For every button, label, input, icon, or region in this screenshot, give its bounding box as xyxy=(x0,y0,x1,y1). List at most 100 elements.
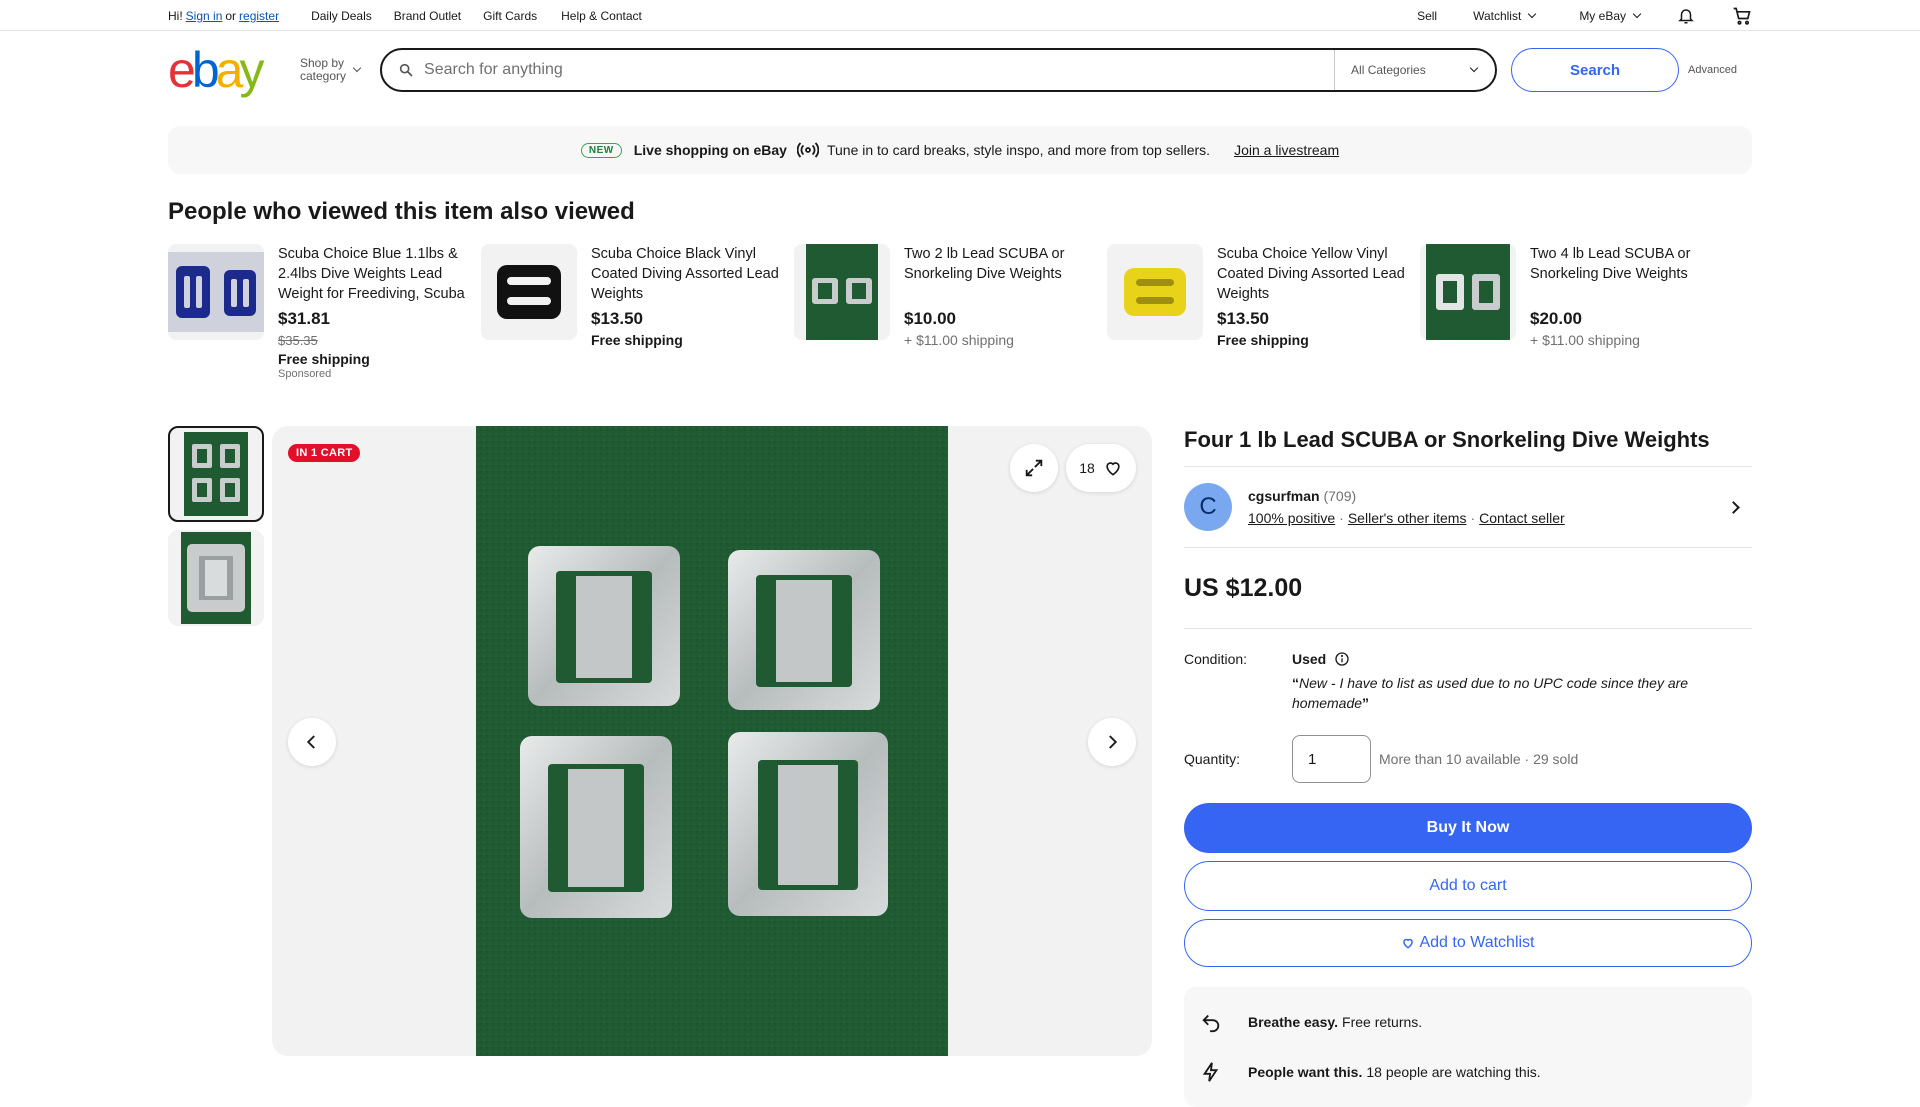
advanced-search-link[interactable]: Advanced xyxy=(1688,64,1737,76)
divider xyxy=(1184,628,1752,629)
banner-text: Tune in to card breaks, style inspo, and… xyxy=(826,142,1211,158)
category-label: category xyxy=(300,69,347,83)
contact-seller-link[interactable]: Contact seller xyxy=(1479,510,1565,526)
daily-deals-link[interactable]: Daily Deals xyxy=(311,9,372,23)
notification-bell-icon[interactable] xyxy=(1676,6,1696,26)
item-title[interactable]: Scuba Choice Black Vinyl Coated Diving A… xyxy=(591,244,787,304)
item-shipping: Free shipping xyxy=(1217,332,1309,348)
category-select[interactable]: All Categories xyxy=(1334,50,1495,90)
product-price: US $12.00 xyxy=(1184,573,1303,602)
item-title[interactable]: Scuba Choice Yellow Vinyl Coated Diving … xyxy=(1217,244,1413,304)
chevron-right-icon xyxy=(1727,500,1740,514)
condition-label: Condition: xyxy=(1184,651,1248,667)
join-livestream-link[interactable]: Join a livestream xyxy=(1234,142,1339,158)
logo-letter-y: y xyxy=(239,42,264,98)
chevron-right-icon xyxy=(1109,735,1118,749)
live-broadcast-icon xyxy=(796,142,819,158)
heart-icon xyxy=(1106,462,1120,476)
item-shipping: Free shipping xyxy=(591,332,683,348)
greeting: Hi! xyxy=(168,8,183,23)
item-title[interactable]: Two 2 lb Lead SCUBA or Snorkeling Dive W… xyxy=(904,244,1100,304)
buy-it-now-button[interactable]: Buy It Now xyxy=(1184,803,1752,853)
sponsored-label: Sponsored xyxy=(278,368,332,380)
my-ebay-label: My eBay xyxy=(1579,8,1626,23)
logo-letter-a: a xyxy=(215,42,244,98)
brand-outlet-link[interactable]: Brand Outlet xyxy=(394,9,461,23)
watchlist-menu[interactable]: Watchlist xyxy=(1473,9,1537,23)
search-button[interactable]: Search xyxy=(1511,48,1680,92)
banner-title: Live shopping on eBay xyxy=(633,142,787,158)
product-thumbnail[interactable] xyxy=(168,244,264,340)
item-original-price: $35.35 xyxy=(278,333,318,348)
item-price: $31.81 xyxy=(278,309,330,328)
main-product-image[interactable] xyxy=(476,426,948,1056)
ebay-logo[interactable]: ebay xyxy=(168,45,286,95)
shop-by-category-button[interactable]: Shop by category xyxy=(300,57,362,83)
seller-other-items-link[interactable]: Seller's other items xyxy=(1348,510,1467,526)
new-badge: NEW xyxy=(580,142,622,158)
previous-image-button[interactable] xyxy=(288,718,336,766)
header: ebay Shop by category All Categories Sea… xyxy=(168,44,1752,96)
watch-count: 18 xyxy=(1079,460,1095,476)
chevron-down-icon xyxy=(1632,9,1642,18)
item-title[interactable]: Two 4 lb Lead SCUBA or Snorkeling Dive W… xyxy=(1530,244,1726,304)
add-to-watchlist-label: Add to Watchlist xyxy=(1419,934,1535,951)
or-text: or xyxy=(225,8,237,23)
watch-count-button[interactable]: 18 xyxy=(1066,444,1136,492)
help-contact-link[interactable]: Help & Contact xyxy=(561,9,642,23)
positive-feedback-link[interactable]: 100% positive xyxy=(1248,510,1335,526)
add-to-watchlist-button[interactable]: Add to Watchlist xyxy=(1184,919,1752,967)
also-viewed-carousel: Scuba Choice Blue 1.1lbs & 2.4lbs Dive W… xyxy=(168,244,1768,380)
product-thumbnail[interactable] xyxy=(794,244,890,340)
item-shipping: + $11.00 shipping xyxy=(904,332,1014,348)
image-gallery: IN 1 CART 18 xyxy=(272,426,1152,1056)
also-viewed-heading: People who viewed this item also viewed xyxy=(168,198,635,225)
item-price: $10.00 xyxy=(904,309,956,328)
my-ebay-menu[interactable]: My eBay xyxy=(1579,8,1642,23)
chevron-down-icon xyxy=(1469,63,1479,73)
perk-watching: People want this. 18 people are watching… xyxy=(1198,1047,1738,1097)
perk-1-text: Free returns. xyxy=(1342,1014,1423,1030)
product-thumbnail[interactable] xyxy=(481,244,577,340)
also-viewed-item[interactable]: Scuba Choice Blue 1.1lbs & 2.4lbs Dive W… xyxy=(168,244,481,380)
register-link[interactable]: register xyxy=(239,9,279,23)
also-viewed-item[interactable]: Scuba Choice Black Vinyl Coated Diving A… xyxy=(481,244,794,380)
seller-name[interactable]: cgsurfman xyxy=(1248,488,1320,504)
item-shipping: + $11.00 shipping xyxy=(1530,332,1640,348)
also-viewed-item[interactable]: Two 4 lb Lead SCUBA or Snorkeling Dive W… xyxy=(1420,244,1733,380)
top-bar: Hi! Sign in or register Daily Deals Bran… xyxy=(0,0,1920,31)
item-shipping: Free shipping xyxy=(278,351,370,367)
condition-description: “New - I have to list as used due to no … xyxy=(1292,673,1752,713)
search-input[interactable] xyxy=(424,61,1335,79)
sell-link[interactable]: Sell xyxy=(1417,9,1437,23)
expand-icon xyxy=(1025,459,1043,477)
info-icon[interactable] xyxy=(1334,651,1350,667)
chevron-left-icon xyxy=(306,735,315,749)
category-select-value: All Categories xyxy=(1351,63,1426,77)
next-image-button[interactable] xyxy=(1088,718,1136,766)
item-title[interactable]: Scuba Choice Blue 1.1lbs & 2.4lbs Dive W… xyxy=(278,244,474,304)
availability-text: More than 10 available · 29 sold xyxy=(1379,751,1579,767)
perk-free-returns: Breathe easy. Free returns. xyxy=(1198,997,1738,1047)
quantity-input[interactable] xyxy=(1292,735,1371,783)
also-viewed-item[interactable]: Two 2 lb Lead SCUBA or Snorkeling Dive W… xyxy=(794,244,1107,380)
expand-image-button[interactable] xyxy=(1010,444,1058,492)
in-cart-badge: IN 1 CART xyxy=(288,444,361,462)
add-to-cart-button[interactable]: Add to cart xyxy=(1184,861,1752,911)
condition-description-text: New - I have to list as used due to no U… xyxy=(1292,675,1689,711)
cart-icon[interactable] xyxy=(1732,6,1752,26)
search-bar: All Categories xyxy=(380,48,1498,92)
product-thumbnail[interactable] xyxy=(1420,244,1516,340)
perk-2-bold: People want this. xyxy=(1248,1064,1363,1080)
item-price: $20.00 xyxy=(1530,309,1582,328)
gallery-thumbnail-1[interactable] xyxy=(168,426,264,522)
logo-letter-b: b xyxy=(191,42,220,98)
seller-card[interactable]: C cgsurfman (709) 100% positive · Seller's… xyxy=(1184,467,1752,547)
gift-cards-link[interactable]: Gift Cards xyxy=(483,9,537,23)
sign-in-link[interactable]: Sign in xyxy=(186,9,223,23)
gallery-thumbnail-2[interactable] xyxy=(168,530,264,626)
product-thumbnail[interactable] xyxy=(1107,244,1203,340)
also-viewed-item[interactable]: Scuba Choice Yellow Vinyl Coated Diving … xyxy=(1107,244,1420,380)
condition-value: Used xyxy=(1292,651,1327,667)
live-shopping-banner: NEW Live shopping on eBay Tune in to car… xyxy=(168,126,1752,174)
